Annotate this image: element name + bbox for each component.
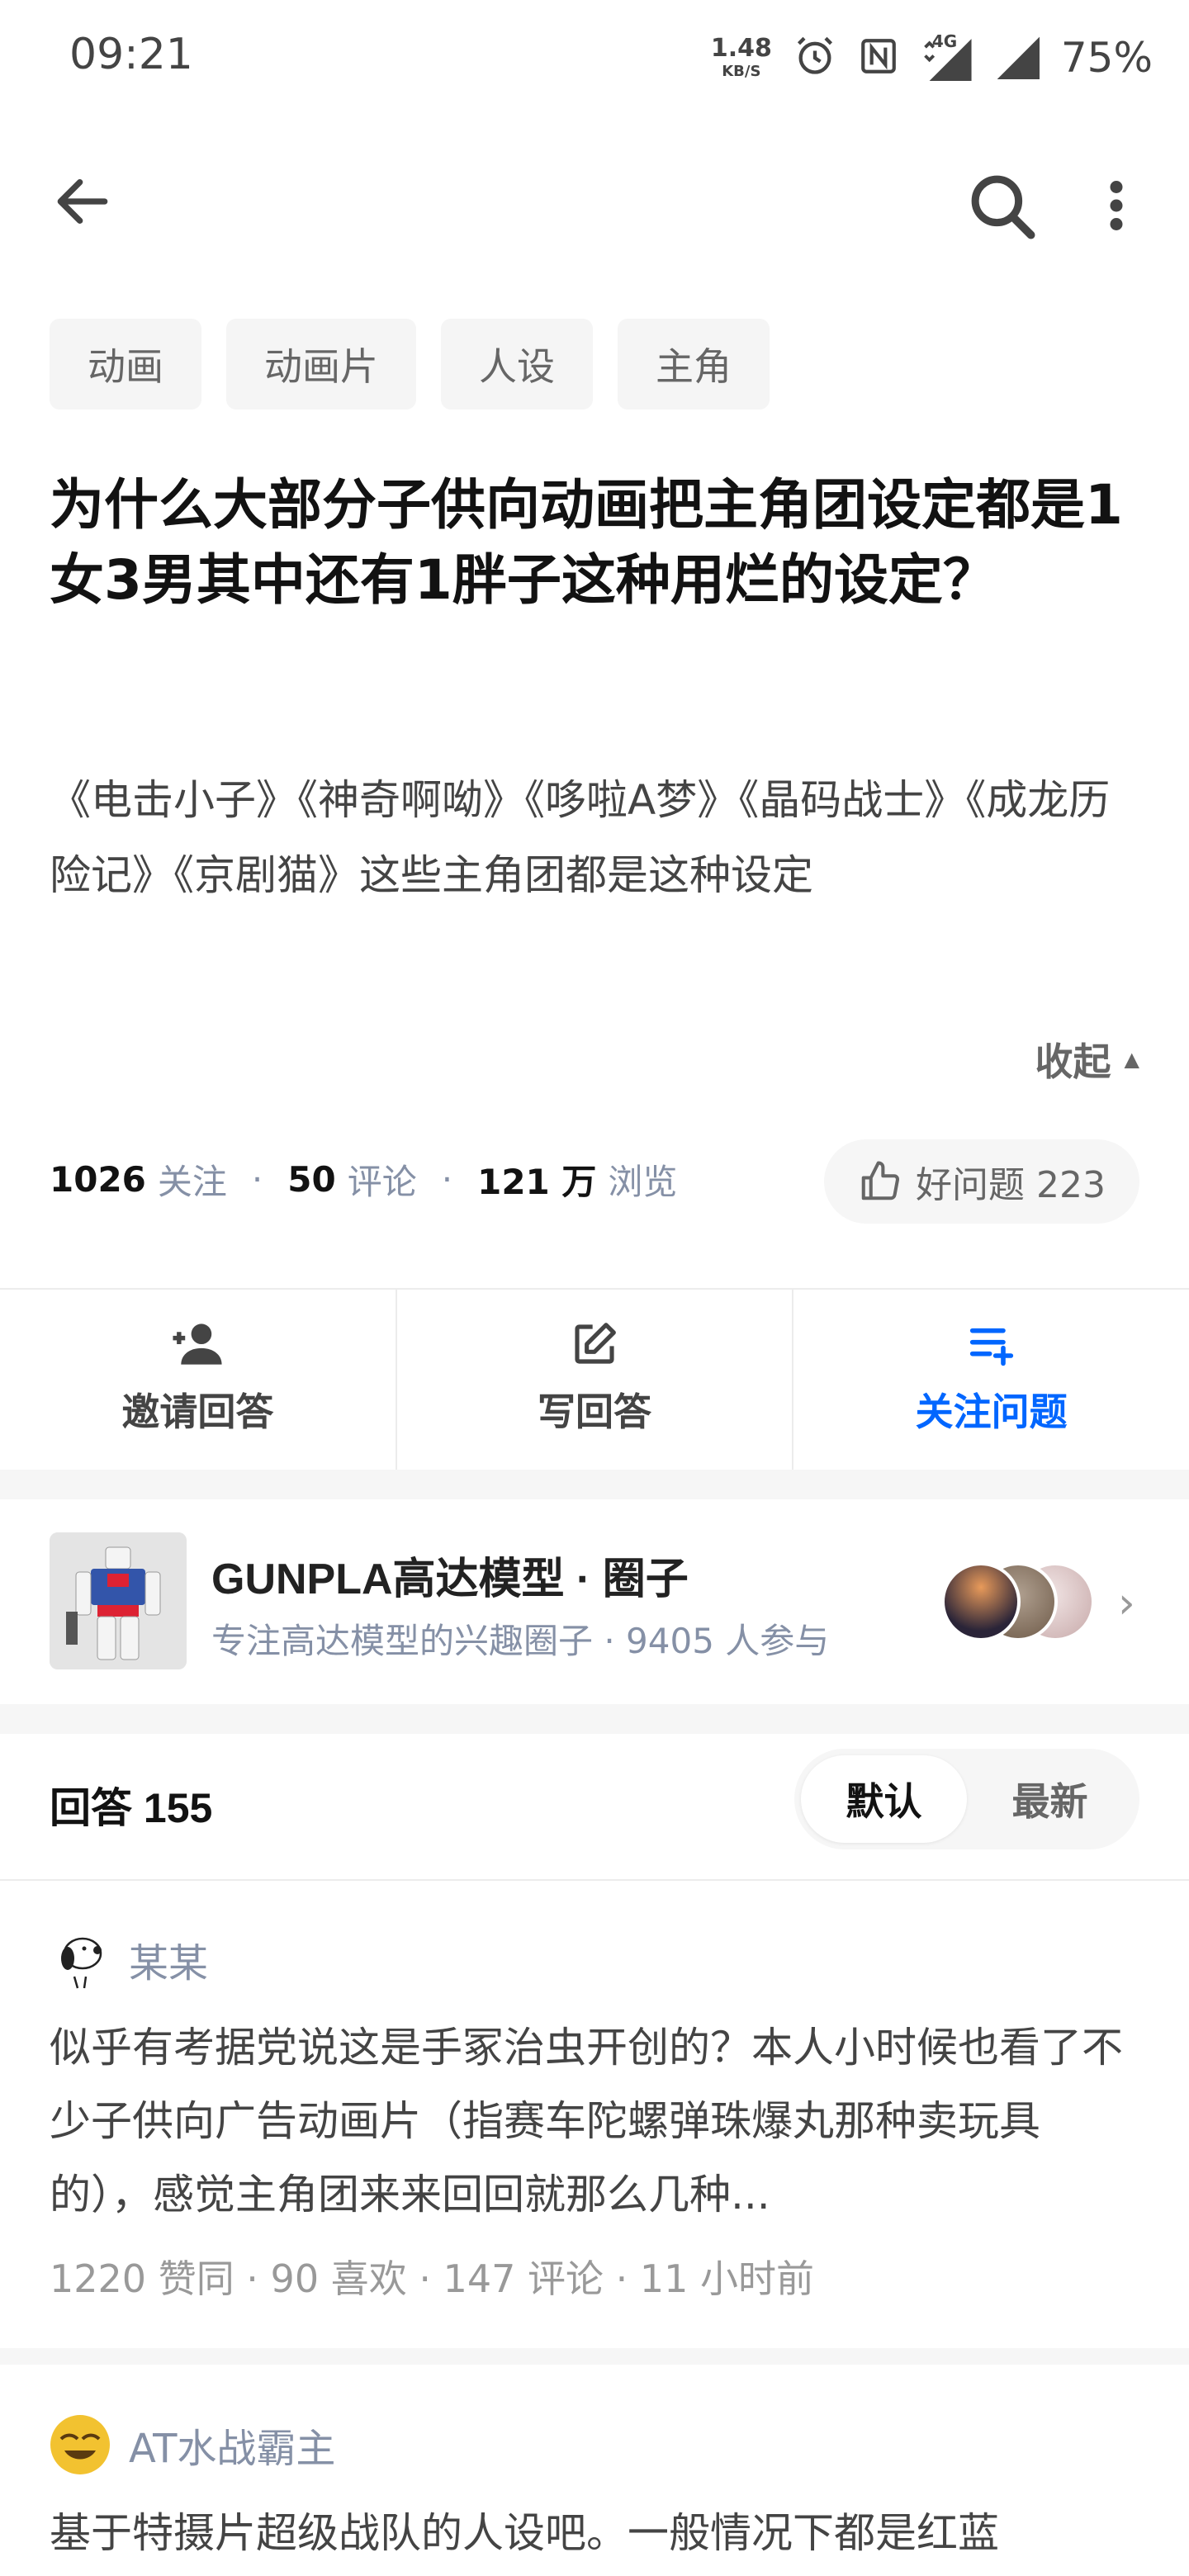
comments-count: 50 [287, 1159, 336, 1200]
comments-label: 评论 [347, 1162, 417, 1202]
chevron-right-icon: › [1118, 1579, 1135, 1628]
nfc-icon [858, 36, 899, 80]
status-icons: 1.48 KB/S 4G 75% [711, 25, 1153, 91]
good-question-button[interactable]: 好问题 223 [824, 1139, 1139, 1224]
avatar [941, 1562, 1021, 1641]
question-actions: 邀请回答 写回答 关注问题 [0, 1288, 1189, 1470]
separator-dot: · [441, 1159, 453, 1200]
emoji-avatar-icon [50, 2415, 110, 2474]
collapse-label: 收起 [1035, 1039, 1111, 1084]
topic-tags: 动画 动画片 人设 主角 [50, 319, 770, 410]
topic-tag[interactable]: 主角 [618, 319, 770, 410]
followers-label: 关注 [157, 1162, 227, 1202]
circle-thumbnail [50, 1532, 187, 1669]
followers-count: 1026 [50, 1159, 146, 1200]
answer-excerpt: 基于特摄片超级战队的人设吧。一般情况下都是红蓝 [50, 2509, 999, 2557]
invite-answer-button[interactable]: 邀请回答 [0, 1288, 397, 1470]
triangle-up-icon: ▲ [1124, 1048, 1139, 1071]
list-add-icon [969, 1328, 1013, 1366]
follow-question-button[interactable]: 关注问题 [793, 1288, 1189, 1470]
sort-default-button[interactable]: 默认 [801, 1755, 967, 1843]
circle-name: GUNPLA高达模型 · 圈子 [211, 1556, 689, 1603]
more-vertical-icon [1110, 181, 1123, 230]
top-nav-bar [0, 149, 1189, 248]
topic-tag[interactable]: 动画片 [226, 319, 416, 410]
network-type: 4G [931, 31, 958, 51]
alarm-icon [793, 35, 836, 81]
sort-latest-button[interactable]: 最新 [967, 1755, 1133, 1843]
author-name: AT水战霸主 [129, 2426, 336, 2472]
views-label: 浏览 [608, 1162, 678, 1202]
circle-subtitle: 专注高达模型的兴趣圈子 · 9405 人参与 [211, 1621, 830, 1661]
topic-tag[interactable]: 人设 [441, 319, 593, 410]
net-speed-value: 1.48 [710, 34, 772, 63]
section-gap [0, 1470, 1189, 1499]
gundam-model-image [50, 1532, 187, 1669]
divider [0, 1879, 1189, 1881]
answers-header: 回答 155 默认 最新 [0, 1734, 1189, 1879]
signal-icon [993, 33, 1040, 83]
avatar [50, 2414, 111, 2475]
follow-question-label: 关注问题 [915, 1390, 1068, 1434]
topic-tag[interactable]: 动画 [50, 319, 201, 410]
author-name: 某某 [129, 1940, 209, 1986]
battery-percent: 75% [1060, 34, 1153, 82]
edit-icon [575, 1323, 616, 1364]
section-gap [0, 1704, 1189, 1734]
question-description: 《电击小子》《神奇啊呦》《哆啦A梦》《晶码战士》《成龙历险记》《京剧猫》这些主角… [50, 776, 1111, 899]
answer-item[interactable]: AT水战霸主 基于特摄片超级战队的人设吧。一般情况下都是红蓝 [0, 2414, 1189, 2576]
answer-excerpt: 似乎有考据党说这是手冢治虫开创的？本人小时候也看了不少子供向广告动画片（指赛车陀… [50, 2024, 1123, 2218]
status-bar: 09:21 1.48 KB/S 4G 75% [0, 0, 1189, 116]
answer-author[interactable]: AT水战霸主 [50, 2414, 335, 2475]
question-stats: 1026 关注 · 50 评论 · 121 万 浏览 [50, 1154, 677, 1205]
collapse-button[interactable]: 收起 ▲ [1035, 1032, 1139, 1087]
search-icon [971, 175, 1035, 239]
back-button[interactable] [50, 168, 116, 234]
invite-answer-label: 邀请回答 [121, 1390, 274, 1434]
member-avatars [941, 1562, 1106, 1645]
separator-dot: · [251, 1159, 263, 1200]
views-count: 121 万 [477, 1162, 597, 1202]
good-question-label: 好问题 223 [916, 1164, 1106, 1206]
thumbs-up-icon [861, 1161, 900, 1200]
answers-count-title: 回答 155 [50, 1785, 213, 1831]
more-button[interactable] [1092, 168, 1141, 243]
answer-author[interactable]: 某某 [50, 1929, 208, 1990]
arrow-left-icon [57, 179, 108, 224]
net-speed-unit: KB/S [722, 63, 761, 80]
circle-card[interactable]: GUNPLA高达模型 · 圈子 专注高达模型的兴趣圈子 · 9405 人参与 › [0, 1499, 1189, 1702]
add-person-icon [173, 1324, 222, 1365]
avatar [50, 1929, 111, 1990]
section-gap [0, 2348, 1189, 2365]
net-speed: 1.48 KB/S [711, 36, 772, 79]
snoopy-avatar-icon [50, 1929, 111, 1990]
answer-item[interactable]: 某某 似乎有考据党说这是手冢治虫开创的？本人小时候也看了不少子供向广告动画片（指… [0, 1929, 1189, 2325]
answer-meta: 1220 赞同 · 90 喜欢 · 147 评论 · 11 小时前 [50, 2256, 815, 2301]
signal-4g-icon: 4G [921, 31, 972, 81]
write-answer-button[interactable]: 写回答 [397, 1288, 794, 1470]
sort-toggle: 默认 最新 [794, 1749, 1139, 1849]
write-answer-label: 写回答 [538, 1390, 651, 1434]
question-title: 为什么大部分子供向动画把主角团设定都是1女3男其中还有1胖子这种用烂的设定？ [50, 473, 1123, 613]
search-button[interactable] [964, 168, 1039, 243]
status-time: 09:21 [69, 30, 193, 79]
